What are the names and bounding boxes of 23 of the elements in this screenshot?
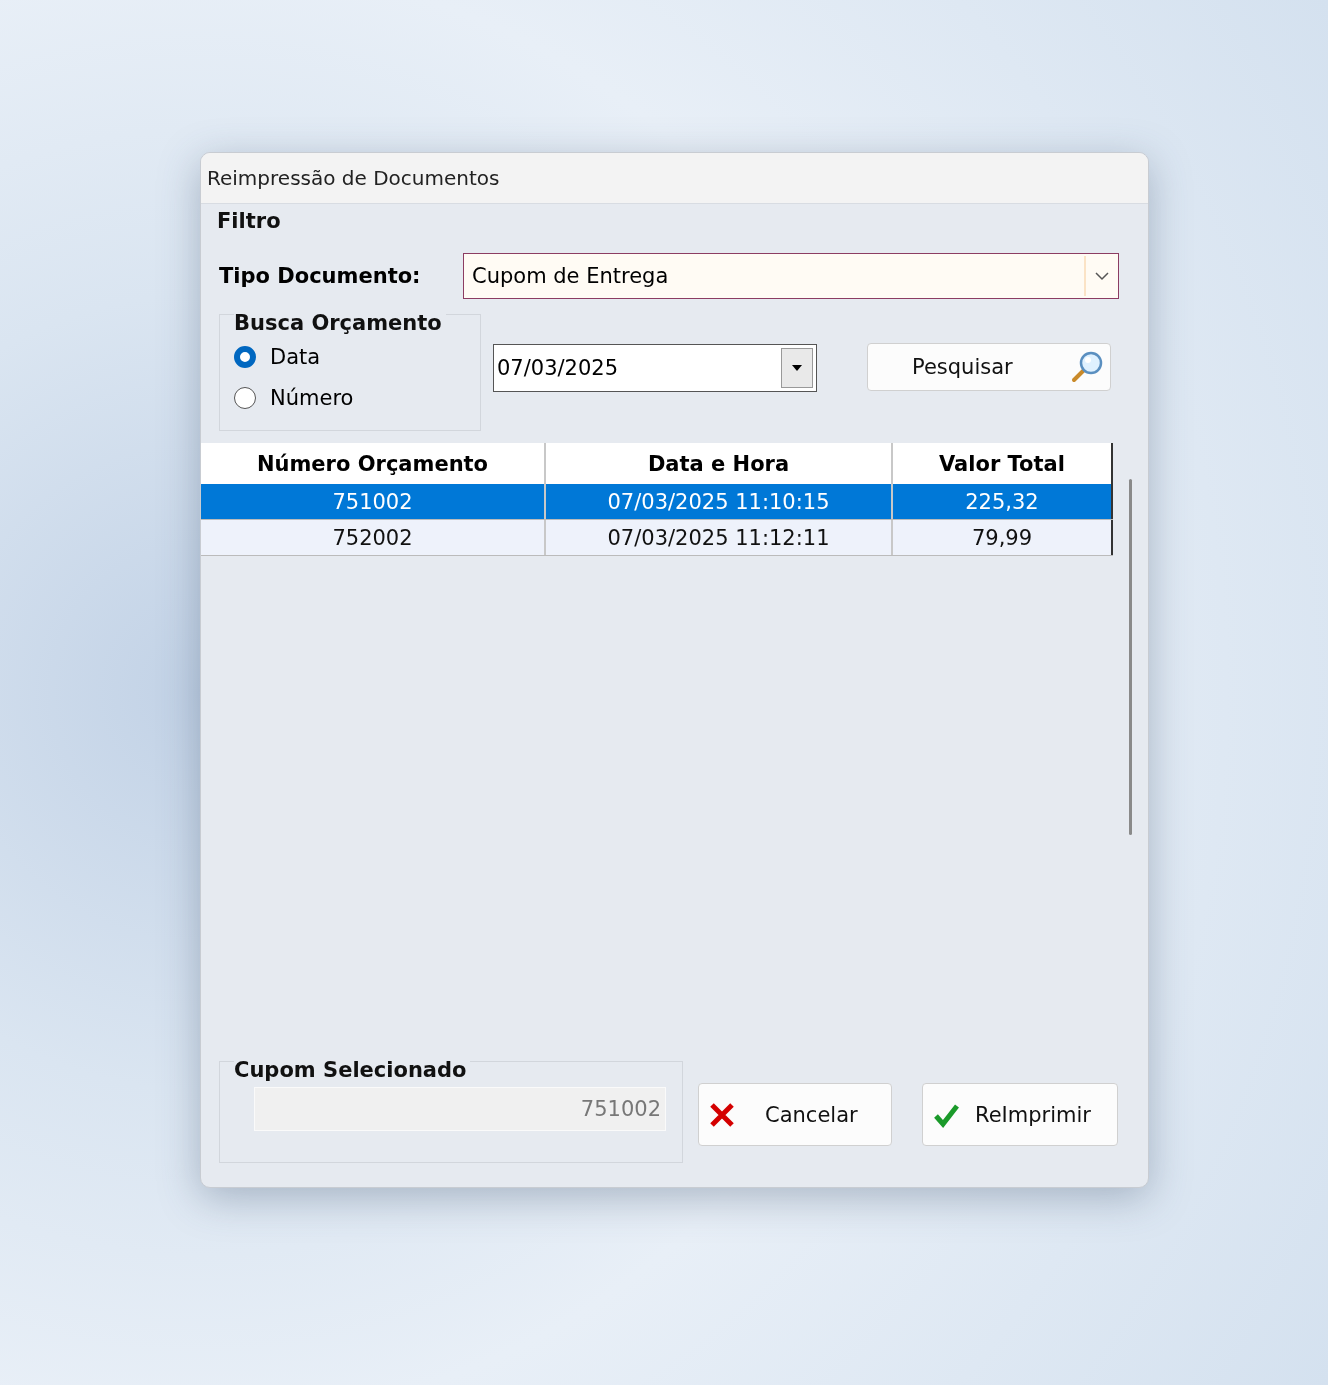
radio-label[interactable]: Data [270, 344, 321, 369]
dropdown-button[interactable] [781, 348, 813, 388]
cancel-button[interactable]: Cancelar [698, 1083, 892, 1146]
table-cell: 07/03/2025 11:12:11 [546, 520, 893, 555]
document-type-dropdown[interactable]: Cupom de Entrega [463, 253, 1119, 299]
window-title: Reimpressão de Documentos [201, 153, 1148, 203]
x-icon [709, 1101, 735, 1128]
selected-coupon-field: 751002 [254, 1087, 666, 1131]
date-field[interactable]: 07/03/2025 [493, 344, 817, 392]
field-label: Tipo Documento: [218, 264, 422, 288]
table-row[interactable]: 752002 07/03/2025 11:12:11 79,99 [201, 520, 1113, 556]
scrollbar-thumb[interactable] [1129, 479, 1132, 835]
table-row[interactable]: 751002 07/03/2025 11:10:15 225,32 [201, 484, 1113, 520]
chevron-down-icon [1094, 271, 1110, 281]
table-cell: 752002 [201, 520, 546, 555]
group-title: Filtro [217, 208, 282, 235]
radio-button[interactable] [234, 345, 256, 368]
radio-label[interactable]: Número [270, 385, 354, 410]
search-icon [1070, 350, 1104, 384]
reprint-button[interactable]: ReImprimir [922, 1083, 1118, 1146]
radio-button[interactable] [234, 386, 256, 409]
search-button[interactable]: Pesquisar [867, 343, 1111, 391]
caret-down-icon [792, 365, 802, 371]
